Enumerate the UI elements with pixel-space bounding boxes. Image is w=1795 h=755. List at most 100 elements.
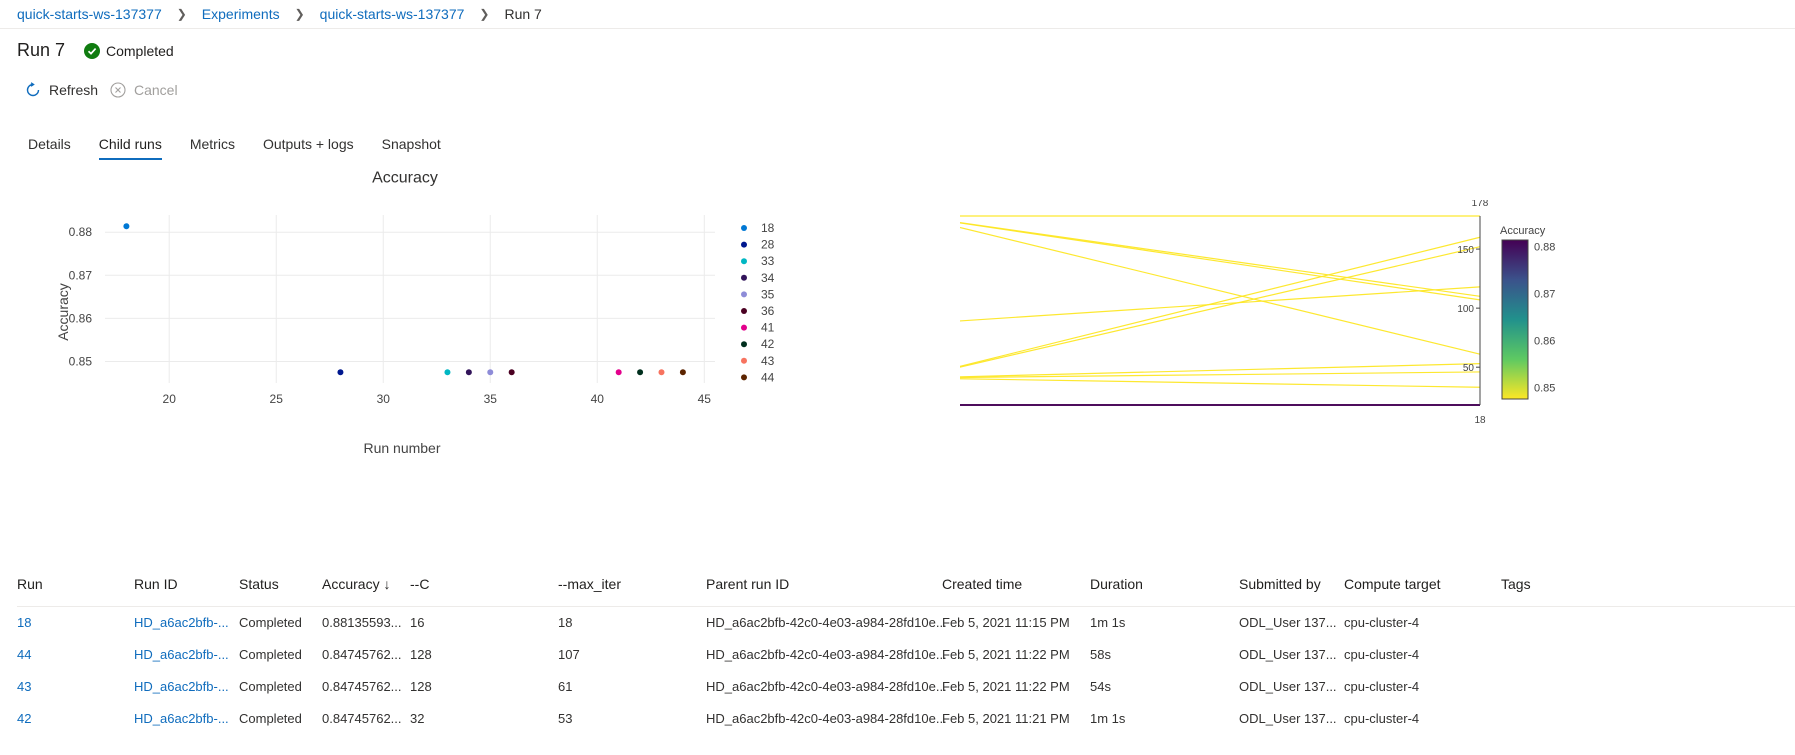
parcoords-line[interactable] — [960, 236, 1481, 378]
parcoords-line[interactable] — [960, 363, 1481, 378]
chevron-right-icon: ❯ — [294, 7, 305, 21]
cell-duration: 1m 1s — [1090, 711, 1126, 726]
column-header-duration[interactable]: Duration — [1090, 576, 1143, 592]
tab-snapshot[interactable]: Snapshot — [382, 136, 441, 160]
legend-marker[interactable] — [741, 291, 747, 298]
column-header-max-iter[interactable]: --max_iter — [558, 576, 621, 592]
data-point-run-35[interactable] — [487, 369, 494, 376]
column-header-c[interactable]: --C — [410, 576, 429, 592]
legend-marker[interactable] — [741, 241, 747, 248]
table-row[interactable]: 44 HD_a6ac2bfb-... Completed 0.84745762... 1… — [17, 639, 1795, 671]
column-header-status[interactable]: Status — [239, 576, 279, 592]
legend-marker[interactable] — [741, 374, 747, 381]
parcoords-line[interactable] — [960, 246, 1481, 378]
cell-run-id[interactable]: HD_a6ac2bfb-... — [134, 679, 229, 694]
tab-child-runs[interactable]: Child runs — [98, 136, 162, 160]
refresh-button[interactable]: Refresh — [25, 82, 98, 98]
accuracy-scatter-chart[interactable]: Accuracy 20 25 30 35 40 45 0.85 0.86 0.87 0.88 Run … — [0, 170, 920, 535]
data-point-run-43[interactable] — [658, 369, 665, 376]
parcoords-line[interactable] — [960, 378, 1481, 388]
colorbar-tick-label: 0.88 — [1534, 242, 1555, 254]
cell-created-time: Feb 5, 2021 11:22 PM — [942, 647, 1070, 662]
cell-compute-target: cpu-cluster-4 — [1344, 679, 1420, 694]
legend-label[interactable]: 42 — [761, 337, 775, 351]
parallel-coordinates-chart[interactable]: --C1281620406080100120--max_iter17818501… — [960, 200, 1790, 500]
column-header-accuracy[interactable]: Accuracy ↓ — [322, 576, 390, 592]
parcoords-axis-min: 18 — [1474, 415, 1486, 426]
legend-label[interactable]: 43 — [761, 354, 775, 368]
cell-run[interactable]: 43 — [17, 679, 31, 694]
colorbar-tick-label: 0.85 — [1534, 382, 1555, 394]
legend-marker[interactable] — [741, 308, 747, 314]
table-row[interactable]: 43 HD_a6ac2bfb-... Completed 0.84745762... 1… — [17, 671, 1795, 703]
tab-outputs-logs[interactable]: Outputs + logs — [263, 136, 354, 160]
legend-marker[interactable] — [741, 225, 747, 231]
data-point-run-36[interactable] — [508, 369, 515, 376]
legend-label[interactable]: 36 — [761, 304, 775, 318]
cell-submitted-by: ODL_User 137... — [1239, 647, 1337, 662]
legend-label[interactable]: 35 — [761, 287, 775, 301]
column-header-run[interactable]: Run — [17, 576, 43, 592]
tab-details[interactable]: Details — [28, 136, 71, 160]
table-row[interactable]: 42 HD_a6ac2bfb-... Completed 0.84745762... 3… — [17, 703, 1795, 735]
cell-run-id[interactable]: HD_a6ac2bfb-... — [134, 711, 229, 726]
legend-label[interactable]: 18 — [761, 221, 775, 235]
cell-run[interactable]: 44 — [17, 647, 31, 662]
cell-parent-run-id: HD_a6ac2bfb-42c0-4e03-a984-28fd10e... — [706, 615, 947, 630]
cell-duration: 1m 1s — [1090, 615, 1126, 630]
data-point-run-41[interactable] — [615, 369, 622, 376]
cell-run-id[interactable]: HD_a6ac2bfb-... — [134, 615, 229, 630]
legend-marker[interactable] — [741, 274, 747, 281]
cell-created-time: Feb 5, 2021 11:21 PM — [942, 711, 1070, 726]
table-row[interactable]: 18 HD_a6ac2bfb-... Completed 0.88135593... 1… — [17, 607, 1795, 639]
parcoords-tick-label: 150 — [1457, 245, 1474, 256]
column-header-tags[interactable]: Tags — [1501, 576, 1531, 592]
breadcrumb-workspace[interactable]: quick-starts-ws-137377 — [17, 6, 162, 22]
cell-run[interactable]: 18 — [17, 615, 31, 630]
column-header-created-time[interactable]: Created time — [942, 576, 1022, 592]
tab-bar: Details Child runs Metrics Outputs + log… — [28, 136, 469, 160]
parcoords-line[interactable] — [960, 216, 1481, 301]
refresh-label: Refresh — [49, 82, 99, 98]
column-header-compute-target[interactable]: Compute target — [1344, 576, 1441, 592]
column-header-run-id[interactable]: Run ID — [134, 576, 178, 592]
cell-max-iter: 107 — [558, 647, 580, 662]
legend-marker[interactable] — [741, 324, 747, 331]
data-point-run-44[interactable] — [679, 369, 686, 376]
breadcrumb-experiments[interactable]: Experiments — [202, 6, 280, 22]
legend-label[interactable]: 33 — [761, 254, 775, 268]
column-header-parent-run-id[interactable]: Parent run ID — [706, 576, 789, 592]
data-point-run-34[interactable] — [465, 369, 472, 376]
legend-label[interactable]: 41 — [761, 321, 775, 335]
data-point-run-33[interactable] — [444, 369, 451, 376]
x-tick-label: 25 — [270, 392, 284, 406]
legend-label[interactable]: 28 — [761, 238, 775, 252]
breadcrumb-current: Run 7 — [504, 6, 542, 22]
cell-parent-run-id: HD_a6ac2bfb-42c0-4e03-a984-28fd10e... — [706, 647, 947, 662]
cell-max-iter: 53 — [558, 711, 573, 726]
legend-marker[interactable] — [741, 357, 747, 364]
cell-c: 128 — [410, 679, 432, 694]
cell-compute-target: cpu-cluster-4 — [1344, 647, 1420, 662]
legend-marker[interactable] — [741, 258, 747, 265]
data-point-run-18[interactable] — [123, 223, 130, 230]
cell-submitted-by: ODL_User 137... — [1239, 679, 1337, 694]
legend-label[interactable]: 34 — [761, 271, 775, 285]
chevron-right-icon: ❯ — [479, 7, 490, 21]
cell-run-id[interactable]: HD_a6ac2bfb-... — [134, 647, 229, 662]
legend-label[interactable]: 44 — [761, 370, 775, 384]
breadcrumb-experiment[interactable]: quick-starts-ws-137377 — [320, 6, 465, 22]
x-tick-label: 35 — [484, 392, 498, 406]
cell-parent-run-id: HD_a6ac2bfb-42c0-4e03-a984-28fd10e... — [706, 679, 947, 694]
cell-run[interactable]: 42 — [17, 711, 31, 726]
cell-max-iter: 18 — [558, 615, 573, 630]
breadcrumb: quick-starts-ws-137377 ❯ Experiments ❯ q… — [17, 2, 542, 26]
parcoords-line[interactable] — [960, 286, 1481, 324]
data-point-run-42[interactable] — [637, 369, 644, 376]
legend-marker[interactable] — [741, 341, 747, 348]
cancel-button[interactable]: Cancel — [110, 82, 178, 98]
cancel-label: Cancel — [134, 82, 178, 98]
column-header-submitted-by[interactable]: Submitted by — [1239, 576, 1321, 592]
tab-metrics[interactable]: Metrics — [190, 136, 235, 160]
data-point-run-28[interactable] — [337, 369, 344, 376]
